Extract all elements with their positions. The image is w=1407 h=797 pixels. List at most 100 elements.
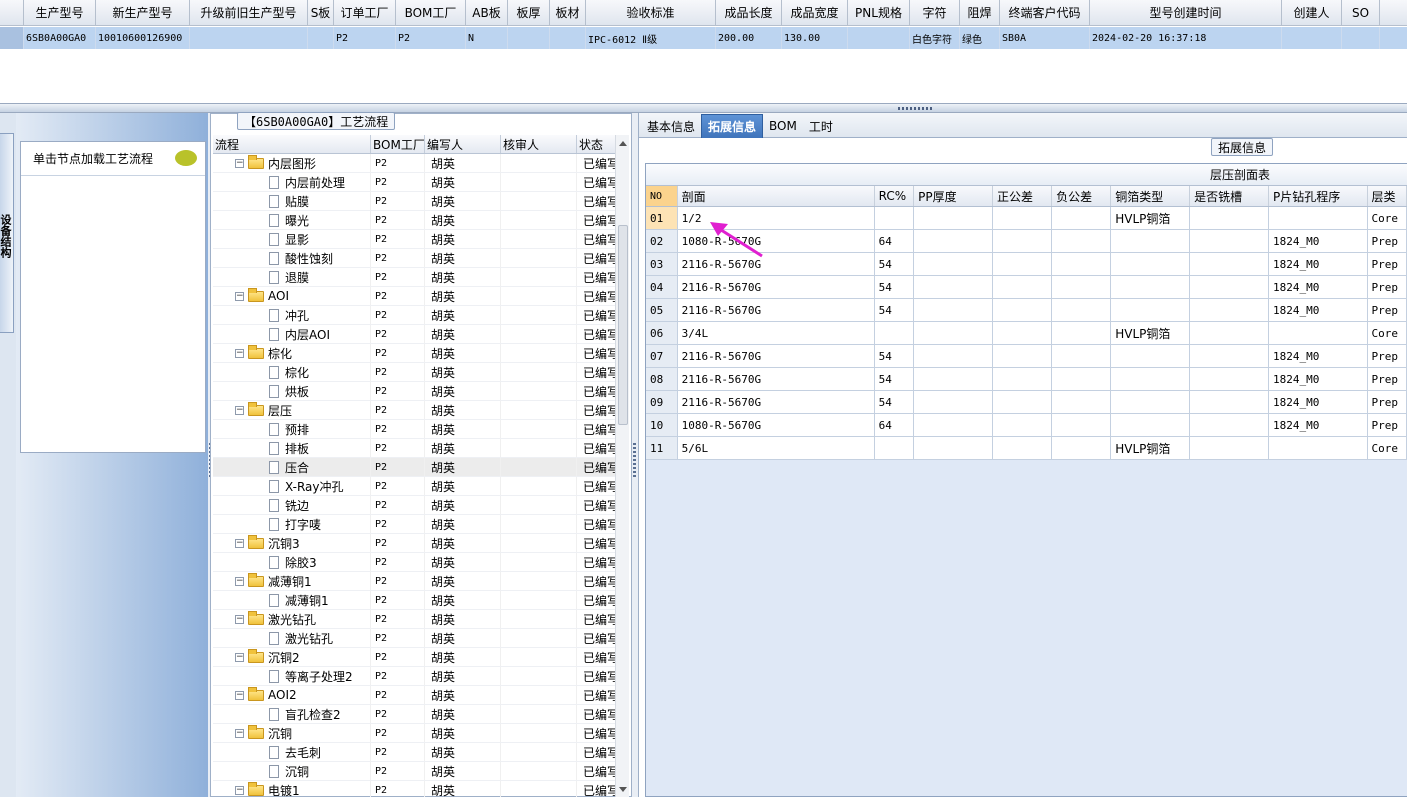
lamination-cell[interactable]: Core <box>1368 207 1407 229</box>
tree-row[interactable]: 棕化 P2 胡英 已编写 <box>213 363 629 382</box>
lamination-cell[interactable]: Prep <box>1368 391 1407 413</box>
lamination-cell[interactable] <box>1190 207 1269 229</box>
lamination-cell[interactable] <box>1052 437 1112 459</box>
lamination-cell[interactable] <box>1269 437 1368 459</box>
lamination-cell[interactable] <box>914 368 993 390</box>
tree-row[interactable]: 沉铜 P2 胡英 已编写 <box>213 762 629 781</box>
lamination-cell[interactable]: 54 <box>875 345 915 367</box>
tree-node[interactable]: 沉铜 <box>213 762 309 780</box>
tree-row[interactable]: 预排 P2 胡英 已编写 <box>213 420 629 439</box>
lamination-cell[interactable] <box>914 230 993 252</box>
tree-row[interactable]: 激光钻孔 P2 胡英 已编写 <box>213 629 629 648</box>
lamination-cell[interactable]: 10 <box>646 414 678 436</box>
lamination-cell[interactable]: Prep <box>1368 253 1407 275</box>
lamination-cell[interactable] <box>914 253 993 275</box>
lamination-cell[interactable]: 03 <box>646 253 678 275</box>
tree-row[interactable]: 铣边 P2 胡英 已编写 <box>213 496 629 515</box>
lamination-cell[interactable]: 5/6L <box>678 437 875 459</box>
lamination-cell[interactable] <box>914 322 993 344</box>
lamination-cell[interactable] <box>914 414 993 436</box>
grid-cell[interactable] <box>848 27 910 49</box>
tree-row[interactable]: 压合 P2 胡英 已编写 <box>213 458 629 477</box>
lamination-cell[interactable] <box>875 207 915 229</box>
grid-cell[interactable]: 200.00 <box>716 27 782 49</box>
lamination-column-header[interactable]: 剖面 <box>678 186 875 206</box>
lamination-cell[interactable] <box>1190 276 1269 298</box>
lamination-cell[interactable] <box>914 276 993 298</box>
lamination-cell[interactable] <box>875 322 915 344</box>
tree-row[interactable]: − 沉铜 P2 胡英 已编写 <box>213 724 629 743</box>
lamination-cell[interactable] <box>1111 276 1191 298</box>
tree-node[interactable]: 预排 <box>213 420 309 438</box>
tab-工时[interactable]: 工时 <box>803 114 839 138</box>
tree-row[interactable]: − 电镀1 P2 胡英 已编写 <box>213 781 629 797</box>
lamination-column-header[interactable]: 负公差 <box>1052 186 1112 206</box>
lamination-cell[interactable]: 1824_M0 <box>1269 276 1368 298</box>
lamination-cell[interactable]: 64 <box>875 230 915 252</box>
lamination-column-header[interactable]: NO <box>646 186 678 206</box>
lamination-cell[interactable] <box>993 437 1053 459</box>
lamination-cell[interactable] <box>1052 230 1112 252</box>
collapse-toggle-icon[interactable]: − <box>235 538 244 548</box>
lamination-cell[interactable] <box>1052 391 1112 413</box>
lamination-cell[interactable] <box>1052 276 1112 298</box>
tree-column-header[interactable]: 状态 <box>577 135 617 153</box>
lamination-row[interactable]: 02 1080-R-5670G 64 1824_M0 Prep <box>646 230 1407 253</box>
lamination-cell[interactable] <box>1190 299 1269 321</box>
tree-node[interactable]: − AOI <box>213 287 289 305</box>
lamination-cell[interactable] <box>993 207 1053 229</box>
column-header-4[interactable]: S板 <box>308 0 334 25</box>
tree-row[interactable]: − AOI P2 胡英 已编写 <box>213 287 629 306</box>
lamination-cell[interactable] <box>1111 368 1191 390</box>
column-header-10[interactable]: 验收标准 <box>586 0 716 25</box>
column-header-3[interactable]: 升级前旧生产型号 <box>190 0 308 25</box>
lamination-cell[interactable]: Core <box>1368 437 1407 459</box>
tree-node[interactable]: X-Ray冲孔 <box>213 477 343 495</box>
tree-row[interactable]: 退膜 P2 胡英 已编写 <box>213 268 629 287</box>
collapse-toggle-icon[interactable]: − <box>235 291 244 301</box>
grid-cell[interactable] <box>1282 27 1342 49</box>
lamination-cell[interactable]: 2116-R-5670G <box>678 391 875 413</box>
lamination-cell[interactable]: 09 <box>646 391 678 413</box>
grid-cell[interactable]: P2 <box>334 27 396 49</box>
column-header-5[interactable]: 订单工厂 <box>334 0 396 25</box>
lamination-cell[interactable] <box>1052 368 1112 390</box>
lamination-cell[interactable]: 1824_M0 <box>1269 414 1368 436</box>
lamination-column-header[interactable]: 铜箔类型 <box>1111 186 1191 206</box>
lamination-row[interactable]: 09 2116-R-5670G 54 1824_M0 Prep <box>646 391 1407 414</box>
lamination-cell[interactable]: 1824_M0 <box>1269 345 1368 367</box>
tree-node[interactable]: 除胶3 <box>213 553 317 571</box>
grid-cell[interactable]: 白色字符 <box>910 27 960 49</box>
tree-row[interactable]: − 棕化 P2 胡英 已编写 <box>213 344 629 363</box>
lamination-cell[interactable] <box>1190 230 1269 252</box>
tree-row[interactable]: 烘板 P2 胡英 已编写 <box>213 382 629 401</box>
lamination-cell[interactable] <box>1111 391 1191 413</box>
tree-node[interactable]: 内层前处理 <box>213 173 345 191</box>
lamination-cell[interactable]: 1824_M0 <box>1269 299 1368 321</box>
lamination-cell[interactable]: 54 <box>875 391 915 413</box>
lamination-row[interactable]: 11 5/6L HVLP铜箔 Core <box>646 437 1407 460</box>
lamination-cell[interactable]: 54 <box>875 299 915 321</box>
tree-row[interactable]: − 减薄铜1 P2 胡英 已编写 <box>213 572 629 591</box>
tree-scrollbar[interactable] <box>615 135 629 797</box>
lamination-cell[interactable]: 04 <box>646 276 678 298</box>
lamination-cell[interactable]: 2116-R-5670G <box>678 253 875 275</box>
grid-cell[interactable] <box>550 27 586 49</box>
column-header-12[interactable]: 成品宽度 <box>782 0 848 25</box>
tree-row[interactable]: 贴膜 P2 胡英 已编写 <box>213 192 629 211</box>
tree-node[interactable]: 曝光 <box>213 211 309 229</box>
tree-node[interactable]: 排板 <box>213 439 309 457</box>
lamination-cell[interactable] <box>993 345 1053 367</box>
lamination-cell[interactable] <box>1052 207 1112 229</box>
collapse-toggle-icon[interactable]: − <box>235 614 244 624</box>
lamination-cell[interactable] <box>1190 322 1269 344</box>
lamination-cell[interactable] <box>1190 253 1269 275</box>
lamination-cell[interactable] <box>993 391 1053 413</box>
lamination-cell[interactable] <box>993 414 1053 436</box>
lamination-column-header[interactable]: 是否铣槽 <box>1190 186 1269 206</box>
lamination-cell[interactable]: 1824_M0 <box>1269 368 1368 390</box>
lamination-cell[interactable] <box>1269 207 1368 229</box>
lamination-cell[interactable] <box>1052 345 1112 367</box>
grid-cell[interactable]: IPC-6012 Ⅱ级 <box>586 27 716 49</box>
lamination-cell[interactable]: 1/2 <box>678 207 875 229</box>
